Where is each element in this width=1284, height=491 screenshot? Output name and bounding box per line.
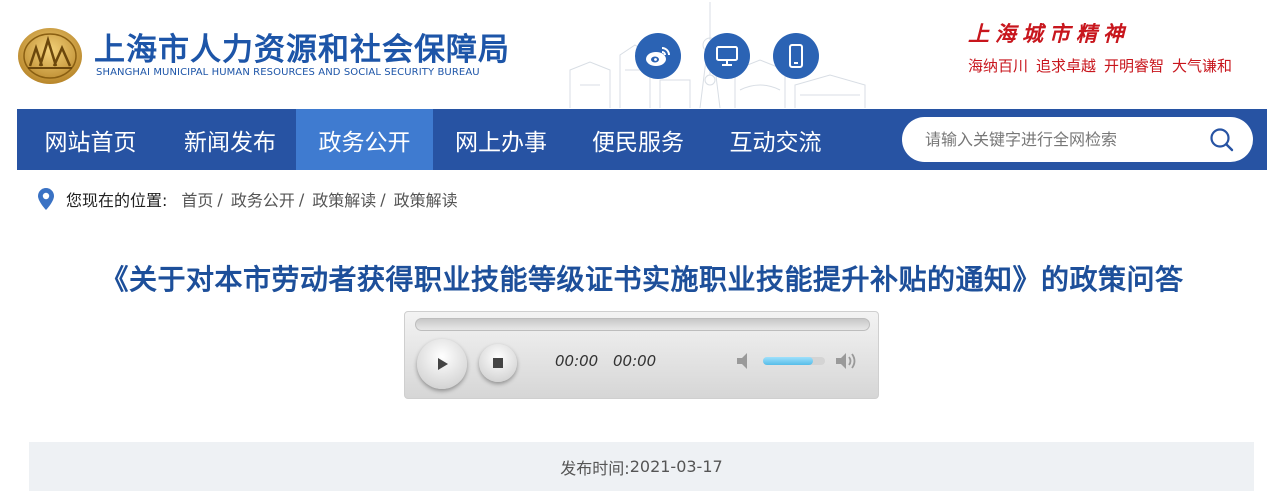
city-spirit-slogans: 海纳百川 追求卓越 开明睿智 大气谦和 (968, 55, 1232, 76)
audio-player: 00:00 00:00 (404, 311, 879, 399)
duration: 00:00 (613, 352, 657, 370)
mobile-button[interactable] (773, 33, 819, 79)
volume-slider[interactable] (763, 357, 825, 365)
location-pin-icon (38, 188, 54, 210)
desktop-button[interactable] (704, 33, 750, 79)
publish-info: 发布时间: 2021-03-17 (29, 442, 1254, 491)
breadcrumb-link-policy-interpretation-current[interactable]: 政策解读 (394, 187, 458, 211)
search-box (902, 117, 1253, 162)
audio-progress-bar[interactable] (415, 318, 870, 331)
play-icon (438, 358, 448, 370)
current-time: 00:00 (555, 352, 599, 370)
desktop-icon (716, 46, 738, 66)
article-title: 《关于对本市劳动者获得职业技能等级证书实施职业技能提升补贴的通知》的政策问答 (100, 263, 1184, 296)
nav-item-interaction[interactable]: 互动交流 (707, 109, 844, 170)
spirit-slogan: 海纳百川 (968, 57, 1029, 75)
search-input[interactable] (925, 119, 1205, 160)
breadcrumb-link-policy-interpretation[interactable]: 政策解读 (312, 187, 376, 211)
nav-item-home[interactable]: 网站首页 (17, 109, 164, 170)
site-header: 上海市人力资源和社会保障局 SHANGHAI MUNICIPAL HUMAN R… (0, 0, 1284, 108)
main-nav: 网站首页 新闻发布 政务公开 网上办事 便民服务 互动交流 (17, 109, 1267, 170)
site-title[interactable]: 上海市人力资源和社会保障局 (94, 24, 510, 69)
breadcrumb-prefix: 您现在的位置: (66, 191, 168, 210)
stop-icon (493, 358, 503, 368)
breadcrumb-link-government-affairs[interactable]: 政务公开 (231, 187, 295, 211)
breadcrumb-separator: / (217, 189, 223, 209)
spirit-slogan: 追求卓越 (1036, 57, 1097, 75)
nav-item-news[interactable]: 新闻发布 (164, 109, 296, 170)
breadcrumb-separator: / (298, 189, 305, 209)
site-subtitle: SHANGHAI MUNICIPAL HUMAN RESOURCES AND S… (96, 67, 480, 78)
mobile-icon (789, 44, 803, 68)
weibo-icon (646, 47, 670, 66)
search-icon[interactable] (1209, 127, 1235, 153)
publish-date: 2021-03-17 (629, 457, 723, 476)
breadcrumb: 您现在的位置: 首页 / 政务公开 / 政策解读 / 政策解读 (38, 187, 458, 211)
volume-max-icon[interactable] (834, 350, 858, 372)
breadcrumb-link-home[interactable]: 首页 (181, 187, 213, 211)
nav-item-public-services[interactable]: 便民服务 (569, 109, 707, 170)
play-button[interactable] (417, 339, 467, 389)
stop-button[interactable] (479, 344, 517, 382)
volume-slider-fill (763, 357, 813, 365)
publish-label: 发布时间: (560, 458, 630, 478)
nav-item-online-services[interactable]: 网上办事 (433, 109, 569, 170)
spirit-slogan: 大气谦和 (1172, 57, 1233, 75)
breadcrumb-separator: / (380, 189, 386, 209)
spirit-slogan: 开明睿智 (1104, 57, 1165, 75)
nav-item-government-affairs[interactable]: 政务公开 (296, 109, 433, 170)
bureau-logo[interactable] (16, 22, 84, 86)
mute-icon[interactable] (734, 350, 758, 372)
city-spirit-title: 上海城市精神 (968, 21, 1130, 46)
weibo-button[interactable] (635, 33, 681, 79)
